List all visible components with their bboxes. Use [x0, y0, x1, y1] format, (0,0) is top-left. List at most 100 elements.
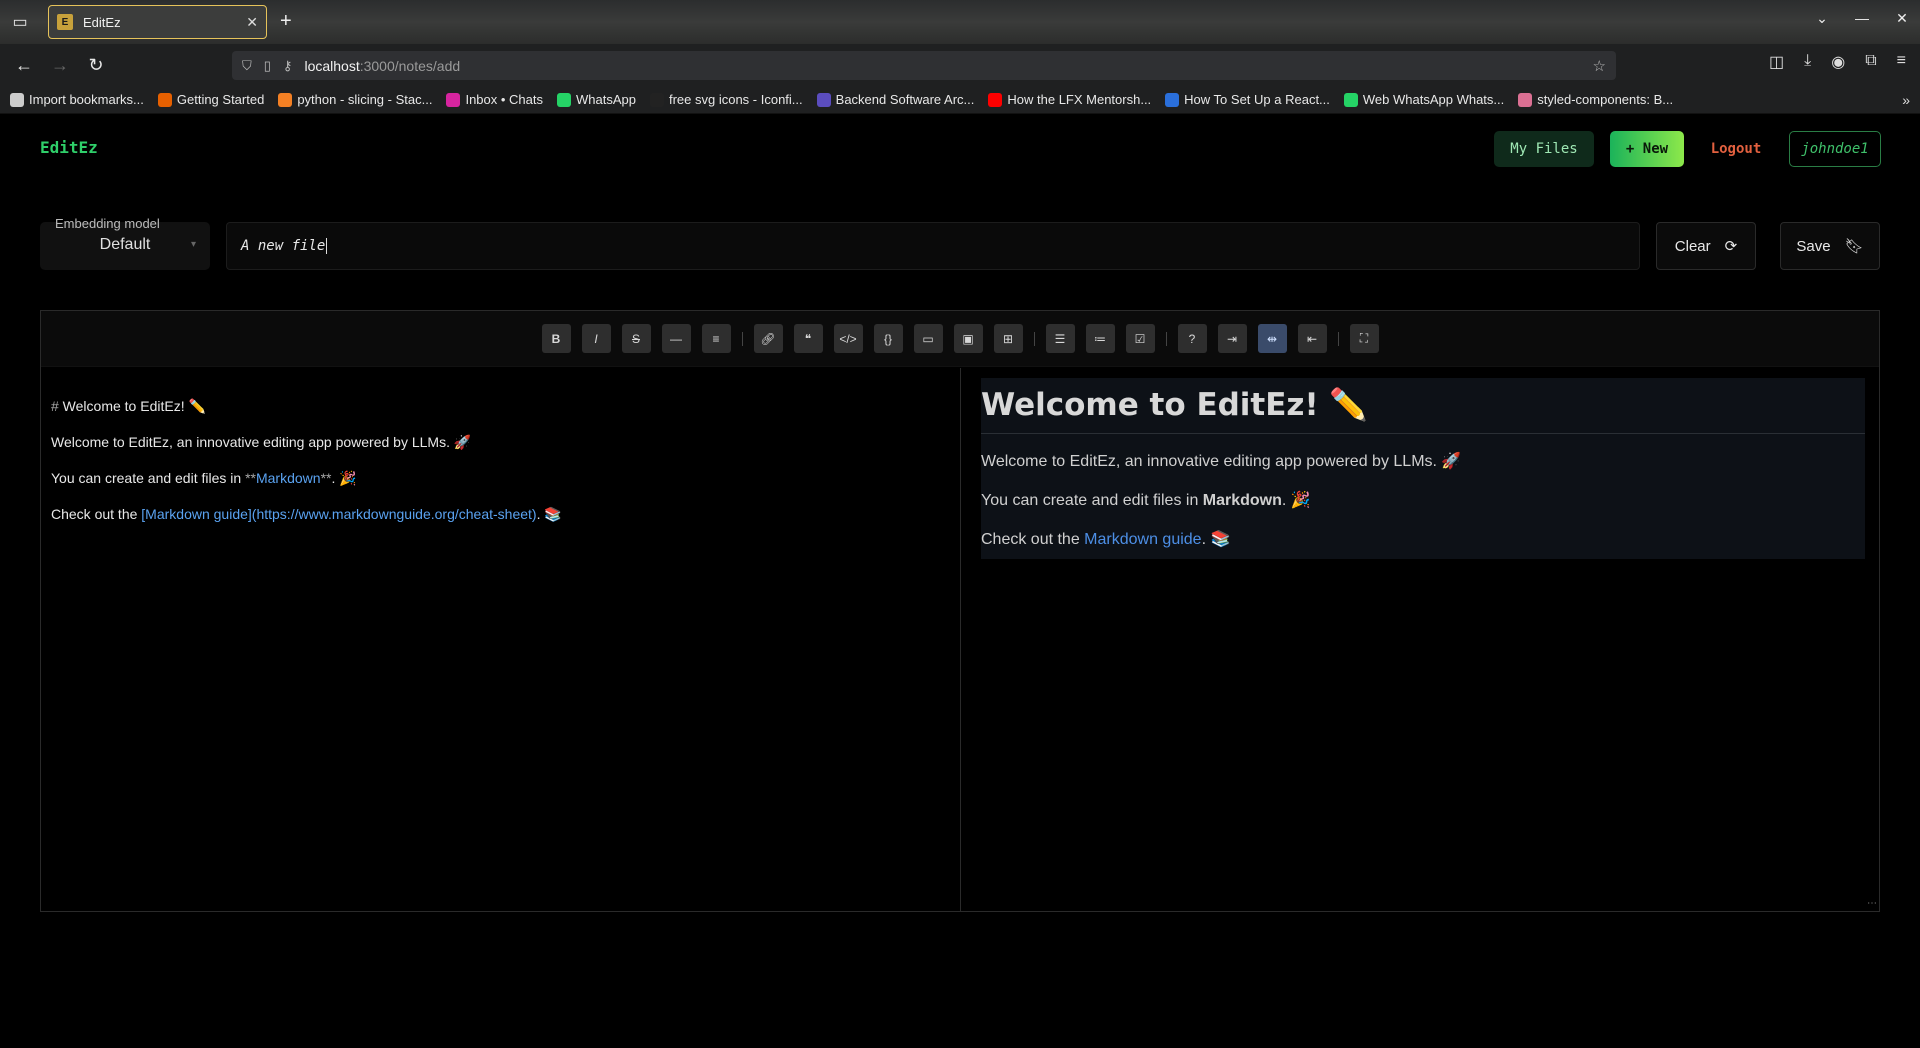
bookmark-item[interactable]: Backend Software Arc...	[816, 92, 974, 107]
minimize-icon[interactable]: —	[1854, 10, 1870, 27]
tab-overflow-icon[interactable]: ⌄	[1814, 10, 1830, 27]
quote-icon[interactable]: ❝	[793, 324, 823, 353]
bookmark-item[interactable]: Import bookmarks...	[10, 92, 144, 107]
heading-icon[interactable]: ≡	[701, 324, 731, 353]
bookmark-favicon-icon	[649, 92, 664, 107]
browser-navbar: ← → ↻ ⛉ ▯ ⚷ localhost :3000/notes/add ☆ …	[0, 44, 1920, 86]
new-button[interactable]: + New	[1610, 131, 1684, 167]
save-button[interactable]: Save 🔖︎	[1780, 222, 1880, 270]
embedding-model-label: Embedding model	[55, 216, 160, 231]
bookmark-item[interactable]: Web WhatsApp Whats...	[1343, 92, 1504, 107]
image-icon[interactable]: ▣	[953, 324, 983, 353]
tab-close-icon[interactable]: ✕	[246, 14, 258, 31]
page-icon: ▯	[263, 57, 271, 73]
task-list-icon[interactable]: ☑	[1125, 324, 1155, 353]
preview-heading: Welcome to EditEz! ✏️	[981, 378, 1865, 434]
ordered-list-icon[interactable]: ≔	[1085, 324, 1115, 353]
hr-icon[interactable]: —	[661, 324, 691, 353]
app-header: EditEz My Files + New Logout johndoe1	[0, 114, 1920, 180]
bookmark-icon: 🔖︎	[1844, 238, 1864, 255]
split-view-icon[interactable]: ⇹	[1257, 324, 1287, 353]
bookmark-item[interactable]: Getting Started	[157, 92, 264, 107]
url-path: :3000/notes/add	[359, 57, 461, 74]
close-window-icon[interactable]: ✕	[1894, 10, 1910, 27]
bookmark-favicon-icon	[816, 92, 831, 107]
clear-label: Clear	[1674, 237, 1711, 255]
bookmarks-bar: Import bookmarks... Getting Started python…	[0, 86, 1920, 114]
bookmark-favicon-icon	[157, 92, 172, 107]
logout-button[interactable]: Logout	[1700, 131, 1772, 167]
bookmark-favicon-icon	[988, 92, 1003, 107]
clear-button[interactable]: Clear ⟳	[1656, 222, 1756, 270]
bookmark-favicon-icon	[10, 92, 24, 107]
menu-icon[interactable]: ≡	[1897, 52, 1906, 72]
chevron-down-icon: ▾	[190, 239, 196, 250]
extensions-icon[interactable]: ⧉	[1865, 52, 1876, 72]
source-line: Welcome to EditEz, an innovative editing…	[51, 434, 472, 450]
download-icon[interactable]: ⤓	[1804, 52, 1811, 72]
bookmark-item[interactable]: free svg icons - Iconfi...	[649, 92, 803, 107]
refresh-icon: ⟳	[1724, 238, 1738, 255]
strikethrough-icon[interactable]: S	[621, 324, 651, 353]
table-icon[interactable]: ⊞	[993, 324, 1023, 353]
bookmark-favicon-icon	[1165, 92, 1180, 107]
source-line: Check out the [Markdown guide](https://w…	[51, 506, 562, 522]
bookmark-item[interactable]: python - slicing - Stac...	[278, 92, 432, 107]
preview-paragraph: Welcome to EditEz, an innovative editing…	[981, 453, 1462, 470]
source-line: You can create and edit files in **Markd…	[51, 470, 357, 486]
bookmark-star-icon[interactable]: ☆	[1593, 57, 1606, 75]
edit-mode-icon[interactable]: ⇥	[1217, 324, 1247, 353]
tab-title: EditEz	[83, 14, 121, 30]
preview-paragraph: You can create and edit files in Markdow…	[981, 492, 1311, 509]
bookmark-item[interactable]: How To Set Up a React...	[1165, 92, 1330, 107]
tab-editez[interactable]: E EditEz ✕	[48, 5, 267, 39]
bookmark-item[interactable]: Inbox • Chats	[446, 92, 543, 107]
account-icon[interactable]: ◉	[1831, 52, 1845, 72]
key-icon[interactable]: ⚷	[283, 58, 293, 74]
my-files-button[interactable]: My Files	[1494, 131, 1594, 167]
source-line: # Welcome to EditEz! ✏️	[51, 398, 206, 414]
bookmark-favicon-icon	[557, 92, 571, 107]
bookmark-item[interactable]: How the LFX Mentorsh...	[988, 92, 1151, 107]
user-button[interactable]: johndoe1	[1789, 131, 1881, 167]
editez-app: EditEz My Files + New Logout johndoe1 Em…	[0, 114, 1920, 1048]
preview-paragraph: Check out the Markdown guide. 📚	[981, 531, 1231, 548]
markdown-editor: B I S — ≡ 🔗︎ ❝ </> {} ▭ ▣ ⊞ ☰ ≔ ☑ ? ⇥ ⇹ …	[40, 310, 1880, 912]
title-input[interactable]: A new file	[226, 222, 1640, 270]
url-bar[interactable]: ⛉ ▯ ⚷ localhost :3000/notes/add ☆	[232, 51, 1616, 80]
tab-list-icon[interactable]: ▭	[0, 0, 40, 44]
resize-handle-icon[interactable]: ⋯	[1867, 898, 1877, 909]
shield-icon[interactable]: ⛉	[242, 58, 252, 74]
italic-icon[interactable]: I	[581, 324, 611, 353]
help-icon[interactable]: ?	[1177, 324, 1207, 353]
preview-mode-icon[interactable]: ⇤	[1297, 324, 1327, 353]
reload-icon[interactable]: ↻	[82, 51, 110, 79]
bold-icon[interactable]: B	[541, 324, 571, 353]
unordered-list-icon[interactable]: ☰	[1045, 324, 1075, 353]
pocket-icon[interactable]: ◫	[1769, 52, 1784, 72]
bookmark-favicon-icon	[1518, 92, 1533, 107]
embedding-model-select[interactable]: Embedding model Default ▾	[40, 216, 210, 270]
bookmark-favicon-icon	[1343, 92, 1358, 107]
bookmark-favicon-icon	[446, 92, 461, 107]
bookmark-item[interactable]: styled-components: B...	[1518, 92, 1673, 107]
editor-toolbar: B I S — ≡ 🔗︎ ❝ </> {} ▭ ▣ ⊞ ☰ ≔ ☑ ? ⇥ ⇹ …	[41, 311, 1879, 367]
link-icon[interactable]: 🔗︎	[753, 324, 783, 353]
markdown-guide-link[interactable]: Markdown guide	[1084, 531, 1201, 548]
editez-favicon-icon: E	[57, 14, 73, 30]
code-block-icon[interactable]: {}	[873, 324, 903, 353]
comment-icon[interactable]: ▭	[913, 324, 943, 353]
app-logo[interactable]: EditEz	[40, 138, 98, 157]
embedding-model-value: Default	[99, 236, 151, 253]
note-controls: Embedding model Default ▾ A new file Cle…	[40, 216, 1880, 272]
bookmarks-overflow-icon[interactable]: »	[1902, 92, 1910, 108]
back-icon[interactable]: ←	[10, 51, 38, 79]
browser-tabbar: ▭ E EditEz ✕ + ⌄ — ✕	[0, 0, 1920, 44]
save-label: Save	[1796, 237, 1831, 255]
fullscreen-icon[interactable]: ⛶	[1349, 324, 1379, 353]
new-tab-icon[interactable]: +	[280, 10, 292, 33]
markdown-source[interactable]: # Welcome to EditEz! ✏️ Welcome to EditE…	[41, 368, 961, 911]
code-icon[interactable]: </>	[833, 324, 863, 353]
forward-icon[interactable]: →	[46, 51, 74, 79]
bookmark-item[interactable]: WhatsApp	[557, 92, 636, 107]
